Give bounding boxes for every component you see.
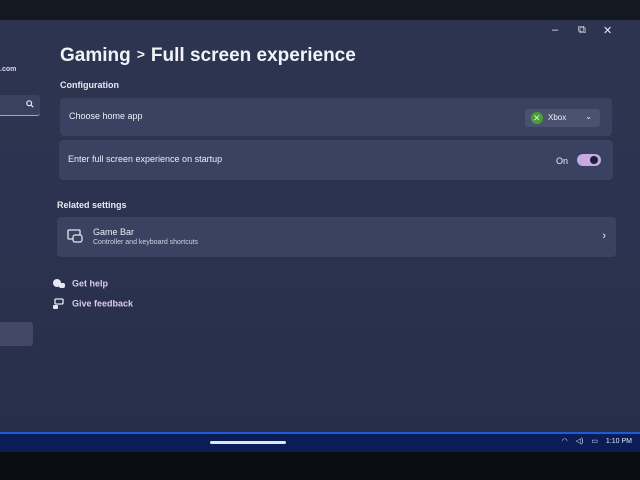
startup-label: Enter full screen experience on startup xyxy=(68,154,223,164)
battery-icon: ▭ xyxy=(591,438,598,445)
search-input[interactable] xyxy=(0,95,40,116)
volume-icon: ◁) xyxy=(575,438,584,445)
close-button[interactable]: ✕ xyxy=(603,24,612,37)
xbox-icon xyxy=(531,112,543,124)
system-tray[interactable]: ◠ ◁) ▭ 1:10 PM xyxy=(556,437,632,445)
page-title: Full screen experience xyxy=(150,45,356,66)
taskbar: ◠ ◁) ▭ 1:10 PM xyxy=(0,432,640,454)
startup-card: Enter full screen experience on startup … xyxy=(59,140,613,180)
screen-bezel-top xyxy=(0,0,640,22)
home-app-dropdown[interactable]: Xbox ⌄ xyxy=(525,109,600,127)
section-configuration: Configuration xyxy=(60,80,119,90)
help-chat-icon xyxy=(53,279,65,288)
startup-toggle[interactable] xyxy=(577,154,601,166)
feedback-icon xyxy=(53,298,64,309)
section-related-settings: Related settings xyxy=(57,200,127,210)
minimize-button[interactable]: – xyxy=(552,24,558,36)
give-feedback-label: Give feedback xyxy=(72,298,134,309)
wifi-icon: ◠ xyxy=(561,438,568,445)
home-app-card: Choose home app Xbox ⌄ xyxy=(60,98,612,136)
breadcrumb: Gaming > Full screen experience xyxy=(60,45,356,67)
game-bar-icon xyxy=(67,229,83,243)
home-app-value: Xbox xyxy=(548,113,567,122)
chevron-down-icon: ⌄ xyxy=(585,112,592,121)
give-feedback-link[interactable]: Give feedback xyxy=(52,298,133,310)
startup-toggle-state: On xyxy=(555,156,568,166)
chevron-right-icon: > xyxy=(136,46,145,62)
sidebar-item-selected[interactable] xyxy=(0,322,33,346)
screen-bezel-bottom xyxy=(0,452,640,480)
maximize-button[interactable]: ⧉ xyxy=(578,24,586,37)
search-icon xyxy=(26,100,34,108)
clock[interactable]: 1:10 PM xyxy=(606,438,632,445)
game-bar-title: Game Bar xyxy=(93,227,135,237)
breadcrumb-parent[interactable]: Gaming xyxy=(60,45,131,66)
game-bar-card[interactable]: Game Bar Controller and keyboard shortcu… xyxy=(57,217,616,257)
game-bar-subtitle: Controller and keyboard shortcuts xyxy=(93,239,199,246)
get-help-link[interactable]: Get help xyxy=(52,278,108,290)
toggle-knob xyxy=(590,156,598,164)
get-help-label: Get help xyxy=(72,278,109,289)
account-email-fragment: .com xyxy=(0,66,17,73)
home-app-label: Choose home app xyxy=(69,111,143,121)
taskbar-handle[interactable] xyxy=(210,441,286,444)
chevron-right-icon: › xyxy=(602,230,606,242)
